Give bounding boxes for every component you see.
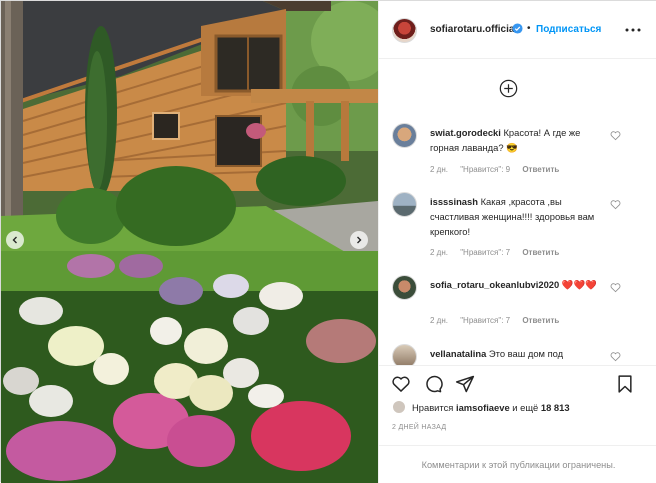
comment-likes-count[interactable]: "Нравится": 7 (460, 316, 510, 325)
comment-bubble-icon[interactable] (423, 374, 443, 394)
follow-button[interactable]: Подписаться (536, 24, 601, 35)
author-avatar[interactable] (392, 18, 417, 43)
chevron-right-icon (357, 236, 362, 244)
comment-reply-button[interactable]: Ответить (522, 165, 559, 174)
liker-avatar (392, 400, 406, 414)
header-separator: • (527, 23, 531, 34)
likes-middle: и ещё (512, 401, 539, 413)
comment-reply-button[interactable]: Ответить (522, 316, 559, 325)
load-more-comments-icon[interactable] (499, 79, 518, 98)
commenter-avatar[interactable] (392, 192, 417, 217)
commenter-avatar[interactable] (392, 123, 417, 148)
chevron-left-icon (12, 236, 17, 244)
commenter-username[interactable]: swiat.gorodecki (430, 127, 501, 138)
comment-text-block: swiat.gorodecki Красота! А где же горная… (430, 125, 606, 155)
heart-outline-icon[interactable] (610, 199, 621, 210)
likes-summary[interactable]: Нравится iamsofiaeve и ещё 18 813 (392, 399, 570, 415)
comments-limited-notice: Комментарии к этой публикации ограничены… (379, 445, 656, 483)
heart-outline-icon[interactable] (610, 130, 621, 141)
comment-text-block: vellanatalina Это ваш дом под (430, 346, 606, 361)
comment-text: ❤️❤️❤️ (561, 279, 597, 290)
commenter-avatar[interactable] (392, 344, 417, 365)
carousel-prev-button[interactable] (6, 231, 24, 249)
comment-text-block: issssinash Какая ,красота ,вы счастливая… (430, 194, 606, 239)
comment-meta: 2 дн. "Нравится": 7 Ответить (430, 316, 569, 325)
comment-text-block: sofia_rotaru_okeanlubvi2020 ❤️❤️❤️ (430, 277, 606, 292)
heart-outline-icon[interactable] (610, 282, 621, 293)
photo-image (1, 1, 378, 483)
commenter-avatar[interactable] (392, 275, 417, 300)
commenter-username[interactable]: vellanatalina (430, 348, 486, 359)
comment-likes-count[interactable]: "Нравится": 7 (460, 248, 510, 257)
likes-count[interactable]: 18 813 (541, 402, 570, 413)
bookmark-icon[interactable] (615, 374, 635, 394)
share-send-icon[interactable] (455, 374, 475, 394)
likes-prefix: Нравится (412, 401, 454, 413)
commenter-username[interactable]: sofia_rotaru_okeanlubvi2020 (430, 279, 559, 290)
carousel-next-button[interactable] (350, 231, 368, 249)
comment-meta: 2 дн. "Нравится": 9 Ответить (430, 165, 569, 174)
comment-likes-count[interactable]: "Нравится": 9 (460, 165, 510, 174)
comment-meta: 2 дн. "Нравится": 7 Ответить (430, 248, 569, 257)
post-actions: Нравится iamsofiaeve и ещё 18 813 2 ДНЕЙ… (379, 365, 656, 445)
instagram-post: sofiarotaru.official • Подписаться swiat… (0, 0, 656, 483)
author-username[interactable]: sofiarotaru.official (430, 24, 517, 35)
more-options-button[interactable] (622, 22, 644, 38)
post-timestamp[interactable]: 2 ДНЕЙ НАЗАД (392, 424, 446, 431)
liker-username[interactable]: iamsofiaeve (456, 402, 510, 413)
post-header: sofiarotaru.official • Подписаться (379, 1, 656, 59)
post-side-panel: sofiarotaru.official • Подписаться swiat… (378, 1, 656, 483)
comment-age: 2 дн. (430, 165, 448, 174)
verified-badge-icon (512, 23, 523, 34)
comment-text: Это ваш дом под (488, 348, 564, 359)
heart-outline-icon[interactable] (610, 351, 621, 362)
comment-reply-button[interactable]: Ответить (522, 248, 559, 257)
like-heart-icon[interactable] (391, 374, 411, 394)
comment-age: 2 дн. (430, 248, 448, 257)
comments-list[interactable]: swiat.gorodecki Красота! А где же горная… (379, 60, 656, 365)
commenter-username[interactable]: issssinash (430, 196, 478, 207)
post-photo[interactable] (1, 1, 378, 483)
more-options-icon (625, 28, 641, 32)
comment-age: 2 дн. (430, 316, 448, 325)
